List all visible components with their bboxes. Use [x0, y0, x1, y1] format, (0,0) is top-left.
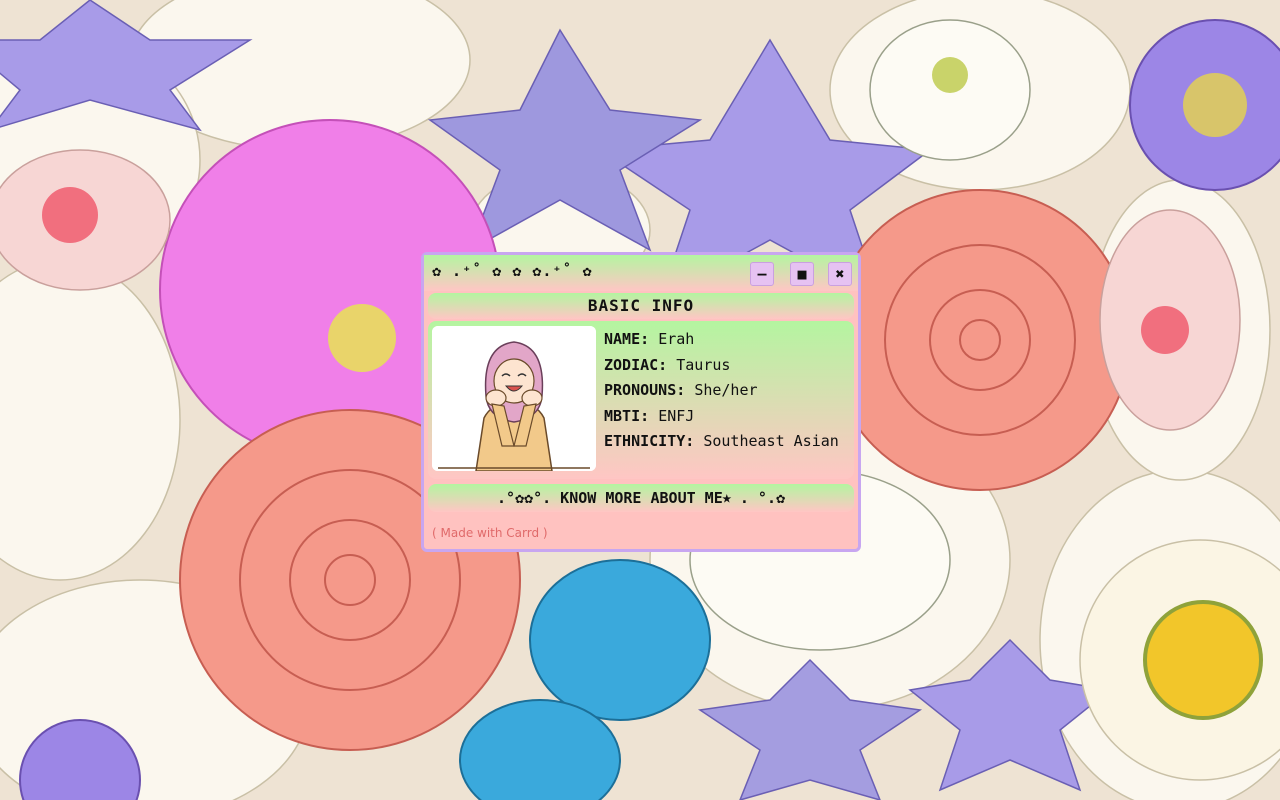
profile-info-list: NAME: Erah ZODIAC: Taurus PRONOUNS: She/…	[604, 327, 850, 455]
section-title: BASIC INFO	[428, 293, 854, 319]
info-mbti: MBTI: ENFJ	[604, 404, 850, 430]
info-name-key: NAME:	[604, 330, 650, 348]
profile-card: NAME: Erah ZODIAC: Taurus PRONOUNS: She/…	[428, 321, 854, 479]
window-title: ✿ .⁺˚ ✿ ✿ ✿.⁺˚ ✿	[432, 262, 593, 280]
info-ethnicity: ETHNICITY: Southeast Asian	[604, 429, 850, 455]
info-ethnicity-value: Southeast Asian	[703, 432, 839, 451]
info-pronouns-value: She/her	[694, 381, 758, 400]
info-mbti-key: MBTI:	[604, 406, 650, 425]
avatar-illustration	[432, 326, 596, 471]
close-icon: ✖	[835, 265, 845, 283]
info-ethnicity-key: ETHNICITY:	[604, 432, 695, 451]
close-button[interactable]: ✖	[828, 262, 852, 286]
info-pronouns-key: PRONOUNS:	[604, 381, 686, 400]
info-name-value: Erah	[658, 330, 695, 348]
maximize-button[interactable]: ■	[790, 262, 814, 286]
info-pronouns: PRONOUNS: She/her	[604, 378, 850, 404]
info-zodiac-key: ZODIAC:	[604, 355, 668, 374]
avatar	[432, 326, 596, 471]
profile-window: ✿ .⁺˚ ✿ ✿ ✿.⁺˚ ✿ – ■ ✖ BASIC INFO NAME: …	[421, 252, 861, 552]
know-more-button[interactable]: .°✿✿°. KNOW MORE ABOUT ME⭑ . °.✿	[428, 484, 854, 512]
info-mbti-value: ENFJ	[658, 406, 695, 425]
info-zodiac-value: Taurus	[676, 355, 731, 374]
maximize-icon: ■	[797, 265, 807, 283]
made-with-carrd-link[interactable]: ( Made with Carrd )	[432, 526, 548, 540]
minimize-icon: –	[757, 265, 767, 283]
window-titlebar[interactable]: ✿ .⁺˚ ✿ ✿ ✿.⁺˚ ✿ – ■ ✖	[424, 255, 858, 291]
info-name: NAME: Erah	[604, 327, 850, 353]
minimize-button[interactable]: –	[750, 262, 774, 286]
info-zodiac: ZODIAC: Taurus	[604, 353, 850, 379]
